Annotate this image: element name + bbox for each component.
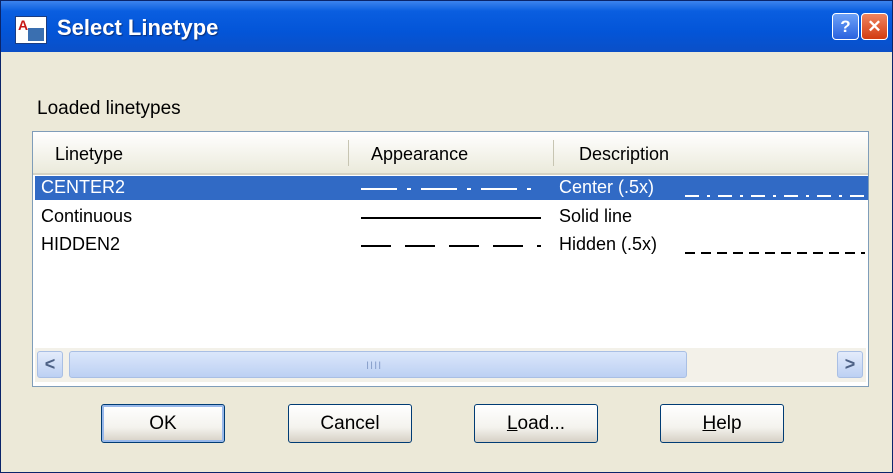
scroll-right-arrow-icon[interactable]: > — [837, 351, 863, 378]
column-header-linetype[interactable]: Linetype — [55, 144, 123, 165]
linetype-description: Solid line — [559, 206, 633, 226]
close-icon[interactable]: ✕ — [861, 13, 888, 40]
linetype-list[interactable]: Linetype Appearance Description CENTER2 C… — [32, 131, 869, 387]
description-dash-pattern — [685, 252, 865, 254]
linetype-name: CENTER2 — [41, 177, 126, 197]
linetype-name: HIDDEN2 — [41, 234, 121, 254]
horizontal-scrollbar[interactable]: < IIII > — [35, 348, 866, 382]
linetype-row[interactable]: Continuous Solid line — [35, 205, 868, 229]
list-header: Linetype Appearance Description — [33, 132, 868, 175]
column-header-description[interactable]: Description — [579, 144, 669, 165]
description-dash-pattern — [685, 195, 865, 197]
linetype-appearance-line — [361, 187, 541, 191]
scroll-left-arrow-icon[interactable]: < — [37, 351, 63, 378]
ok-button[interactable]: OK — [101, 404, 225, 443]
linetype-description: Hidden (.5x) — [559, 234, 658, 254]
autocad-app-icon: A — [15, 16, 47, 44]
linetype-row[interactable]: HIDDEN2 Hidden (.5x) — [35, 233, 868, 257]
linetype-appearance-line — [361, 216, 541, 220]
column-header-appearance[interactable]: Appearance — [371, 144, 468, 165]
help-button[interactable]: Help — [660, 404, 784, 443]
title-bar[interactable]: A Select Linetype ? ✕ — [1, 1, 892, 52]
window-title: Select Linetype — [57, 15, 219, 40]
select-linetype-dialog: A Select Linetype ? ✕ Loaded linetypes L… — [0, 0, 893, 473]
cancel-button[interactable]: Cancel — [288, 404, 412, 443]
app-icon-glyph: A — [18, 17, 29, 33]
linetype-name: Continuous — [41, 206, 133, 226]
scroll-thumb[interactable]: IIII — [69, 351, 687, 378]
scroll-grip-icon: IIII — [366, 360, 383, 372]
load-button[interactable]: Load... — [474, 404, 598, 443]
loaded-linetypes-label: Loaded linetypes — [37, 98, 181, 119]
linetype-appearance-line — [361, 244, 541, 248]
linetype-row[interactable]: CENTER2 Center (.5x) — [35, 176, 868, 200]
help-question-icon[interactable]: ? — [832, 13, 859, 40]
linetype-description: Center (.5x) — [559, 177, 655, 197]
